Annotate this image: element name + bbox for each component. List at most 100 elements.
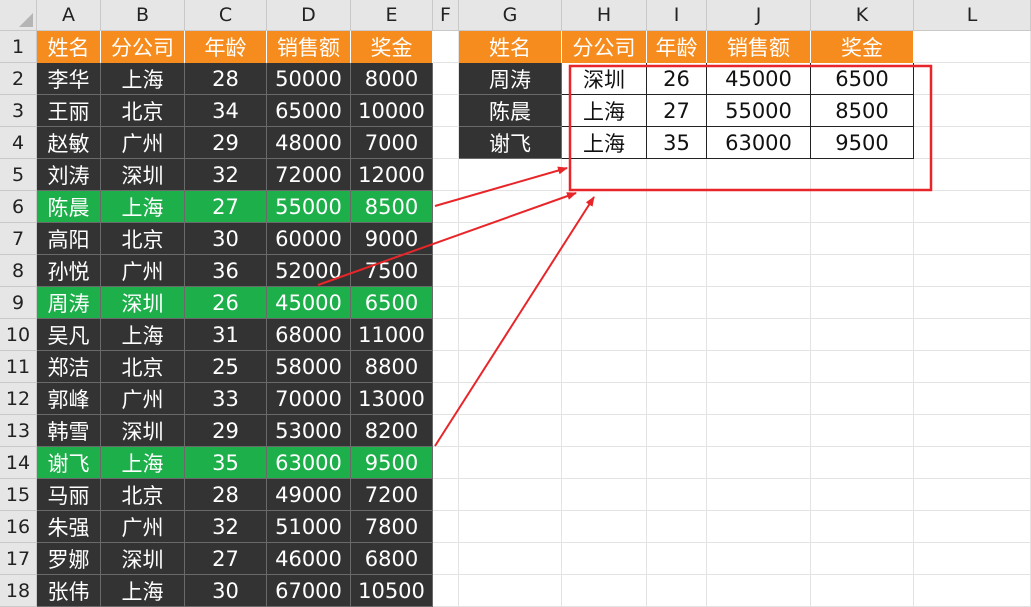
empty-cell[interactable] [811, 415, 914, 447]
data-cell[interactable]: 8200 [351, 415, 433, 447]
empty-cell[interactable] [562, 479, 647, 511]
empty-cell[interactable] [433, 543, 459, 575]
data-cell[interactable]: 韩雪 [37, 415, 101, 447]
empty-cell[interactable] [562, 447, 647, 479]
empty-cell[interactable] [562, 255, 647, 287]
data-cell[interactable]: 60000 [267, 223, 351, 255]
data-cell[interactable]: 25 [185, 351, 267, 383]
empty-cell[interactable] [562, 223, 647, 255]
empty-cell[interactable] [647, 575, 707, 607]
row-header-6[interactable]: 6 [0, 191, 37, 223]
empty-cell[interactable] [811, 255, 914, 287]
data-cell[interactable]: 深圳 [101, 543, 185, 575]
empty-cell[interactable] [459, 383, 562, 415]
data-cell[interactable]: 10500 [351, 575, 433, 607]
data-cell[interactable]: 50000 [267, 63, 351, 95]
data-cell[interactable]: 30 [185, 223, 267, 255]
column-header-I[interactable]: I [647, 0, 707, 31]
empty-cell[interactable] [433, 415, 459, 447]
empty-cell[interactable] [433, 351, 459, 383]
right-header-cell[interactable]: 年龄 [647, 31, 707, 63]
empty-cell[interactable] [914, 351, 1031, 383]
data-cell[interactable]: 上海 [101, 63, 185, 95]
empty-cell[interactable] [459, 511, 562, 543]
data-cell[interactable]: 8800 [351, 351, 433, 383]
result-cell[interactable]: 上海 [562, 127, 647, 159]
data-cell[interactable]: 刘涛 [37, 159, 101, 191]
empty-cell[interactable] [707, 191, 811, 223]
row-header-14[interactable]: 14 [0, 447, 37, 479]
empty-cell[interactable] [459, 191, 562, 223]
data-cell[interactable]: 36 [185, 255, 267, 287]
lookup-name-cell[interactable]: 周涛 [459, 63, 562, 95]
highlighted-cell[interactable]: 深圳 [101, 287, 185, 319]
empty-cell[interactable] [914, 319, 1031, 351]
empty-cell[interactable] [811, 287, 914, 319]
empty-cell[interactable] [914, 543, 1031, 575]
empty-cell[interactable] [459, 415, 562, 447]
data-cell[interactable]: 广州 [101, 127, 185, 159]
empty-cell[interactable] [562, 351, 647, 383]
data-cell[interactable]: 51000 [267, 511, 351, 543]
empty-cell[interactable] [707, 159, 811, 191]
empty-cell[interactable] [562, 543, 647, 575]
empty-cell[interactable] [433, 511, 459, 543]
empty-cell[interactable] [707, 575, 811, 607]
highlighted-cell[interactable]: 谢飞 [37, 447, 101, 479]
empty-cell[interactable] [433, 479, 459, 511]
row-header-12[interactable]: 12 [0, 383, 37, 415]
empty-cell[interactable] [562, 159, 647, 191]
empty-cell[interactable] [647, 319, 707, 351]
data-cell[interactable]: 北京 [101, 479, 185, 511]
data-cell[interactable]: 70000 [267, 383, 351, 415]
data-cell[interactable]: 北京 [101, 351, 185, 383]
lookup-name-cell[interactable]: 陈晨 [459, 95, 562, 127]
empty-cell[interactable] [647, 383, 707, 415]
empty-cell[interactable] [811, 351, 914, 383]
empty-cell[interactable] [647, 511, 707, 543]
row-header-13[interactable]: 13 [0, 415, 37, 447]
empty-cell[interactable] [433, 319, 459, 351]
column-header-L[interactable]: L [914, 0, 1031, 31]
empty-cell[interactable] [647, 191, 707, 223]
data-cell[interactable]: 北京 [101, 95, 185, 127]
data-cell[interactable]: 29 [185, 415, 267, 447]
data-cell[interactable]: 李华 [37, 63, 101, 95]
empty-cell[interactable] [647, 159, 707, 191]
empty-cell[interactable] [811, 191, 914, 223]
data-cell[interactable]: 32 [185, 159, 267, 191]
row-header-4[interactable]: 4 [0, 127, 37, 159]
data-cell[interactable]: 上海 [101, 319, 185, 351]
data-cell[interactable]: 29 [185, 127, 267, 159]
result-cell[interactable]: 45000 [707, 63, 811, 95]
column-header-E[interactable]: E [351, 0, 433, 31]
empty-cell[interactable] [562, 383, 647, 415]
column-header-K[interactable]: K [811, 0, 914, 31]
empty-cell[interactable] [914, 575, 1031, 607]
data-cell[interactable]: 马丽 [37, 479, 101, 511]
empty-cell[interactable] [459, 319, 562, 351]
empty-cell[interactable] [707, 351, 811, 383]
empty-cell[interactable] [914, 447, 1031, 479]
empty-cell[interactable] [433, 191, 459, 223]
empty-cell[interactable] [459, 543, 562, 575]
row-header-1[interactable]: 1 [0, 31, 37, 63]
data-cell[interactable]: 广州 [101, 511, 185, 543]
column-header-G[interactable]: G [459, 0, 562, 31]
empty-cell[interactable] [459, 255, 562, 287]
empty-cell[interactable] [707, 447, 811, 479]
data-cell[interactable]: 46000 [267, 543, 351, 575]
empty-cell[interactable] [433, 95, 459, 127]
data-cell[interactable]: 7200 [351, 479, 433, 511]
empty-cell[interactable] [811, 447, 914, 479]
empty-cell[interactable] [811, 575, 914, 607]
row-header-15[interactable]: 15 [0, 479, 37, 511]
data-cell[interactable]: 赵敏 [37, 127, 101, 159]
empty-cell[interactable] [914, 191, 1031, 223]
row-header-2[interactable]: 2 [0, 63, 37, 95]
empty-cell[interactable] [647, 351, 707, 383]
empty-cell[interactable] [707, 319, 811, 351]
left-header-cell[interactable]: 姓名 [37, 31, 101, 63]
empty-cell[interactable] [811, 223, 914, 255]
empty-cell[interactable] [707, 511, 811, 543]
